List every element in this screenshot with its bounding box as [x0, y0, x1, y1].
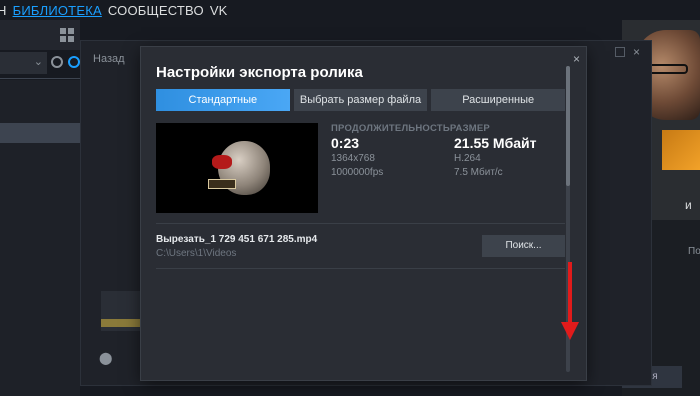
- clock-icon[interactable]: [51, 56, 63, 68]
- close-icon[interactable]: ×: [573, 52, 580, 66]
- location-pin-icon[interactable]: ⬤: [99, 351, 112, 365]
- artwork-subtext: По: [688, 246, 700, 257]
- video-preview: [156, 123, 318, 213]
- tab-standard[interactable]: Стандартные: [156, 89, 290, 111]
- close-icon[interactable]: ×: [633, 46, 643, 58]
- maximize-icon[interactable]: [615, 47, 625, 57]
- size-value: 21.55 Мбайт: [454, 135, 537, 151]
- play-icon[interactable]: [68, 56, 80, 68]
- codec-value: H.264: [454, 153, 481, 164]
- nav-item-community[interactable]: СООБЩЕСТВО: [108, 3, 204, 18]
- size-header: РАЗМЕР: [449, 123, 490, 134]
- output-file-path: C:\Users\1\Videos: [156, 248, 237, 259]
- annotation-arrow-down-icon: [561, 262, 579, 340]
- library-selected-item[interactable]: [0, 123, 80, 143]
- export-settings-dialog: Настройки экспорта ролика × Стандартные …: [141, 47, 586, 380]
- duration-value: 0:23: [331, 135, 360, 151]
- duration-header: ПРОДОЛЖИТЕЛЬНОСТЬ: [331, 123, 450, 134]
- fps-value: 1000000fps: [331, 167, 384, 178]
- resolution-value: 1364x768: [331, 153, 375, 164]
- lambda-logo: [662, 130, 700, 170]
- back-link[interactable]: Назад: [93, 53, 125, 65]
- meta-headers: ПРОДОЛЖИТЕЛЬНОСТЬРАЗМЕР: [331, 123, 490, 134]
- timeline-bar: [101, 319, 141, 327]
- tab-choose-file-size[interactable]: Выбрать размер файла: [293, 89, 428, 111]
- nav-item-store[interactable]: Н: [0, 3, 7, 18]
- browse-button[interactable]: Поиск...: [482, 235, 565, 257]
- divider: [156, 223, 565, 224]
- grid-view-icon[interactable]: [60, 28, 76, 42]
- chevron-down-icon: ⌄: [33, 56, 43, 68]
- bitrate-value: 7.5 Мбит/с: [454, 167, 503, 178]
- nav-item-profile[interactable]: VK: [210, 3, 228, 18]
- divider: [0, 78, 80, 79]
- dialog-title: Настройки экспорта ролика: [156, 64, 363, 81]
- glasses: [648, 64, 688, 74]
- preview-red-logo: [212, 155, 232, 169]
- preview-tag: [208, 179, 236, 189]
- nav-item-library[interactable]: БИБЛИОТЕКА: [13, 3, 102, 18]
- scrollbar-thumb[interactable]: [566, 66, 570, 186]
- divider: [156, 268, 565, 269]
- library-filter-dropdown[interactable]: ⌄: [0, 52, 47, 74]
- top-nav: Н БИБЛИОТЕКА СООБЩЕСТВО VK: [0, 0, 700, 20]
- artwork-text: и: [685, 198, 692, 212]
- export-tabs: Стандартные Выбрать размер файла Расшире…: [156, 89, 566, 111]
- tab-advanced[interactable]: Расширенные: [431, 89, 566, 111]
- output-file-name: Вырезать_1 729 451 671 285.mp4: [156, 234, 318, 245]
